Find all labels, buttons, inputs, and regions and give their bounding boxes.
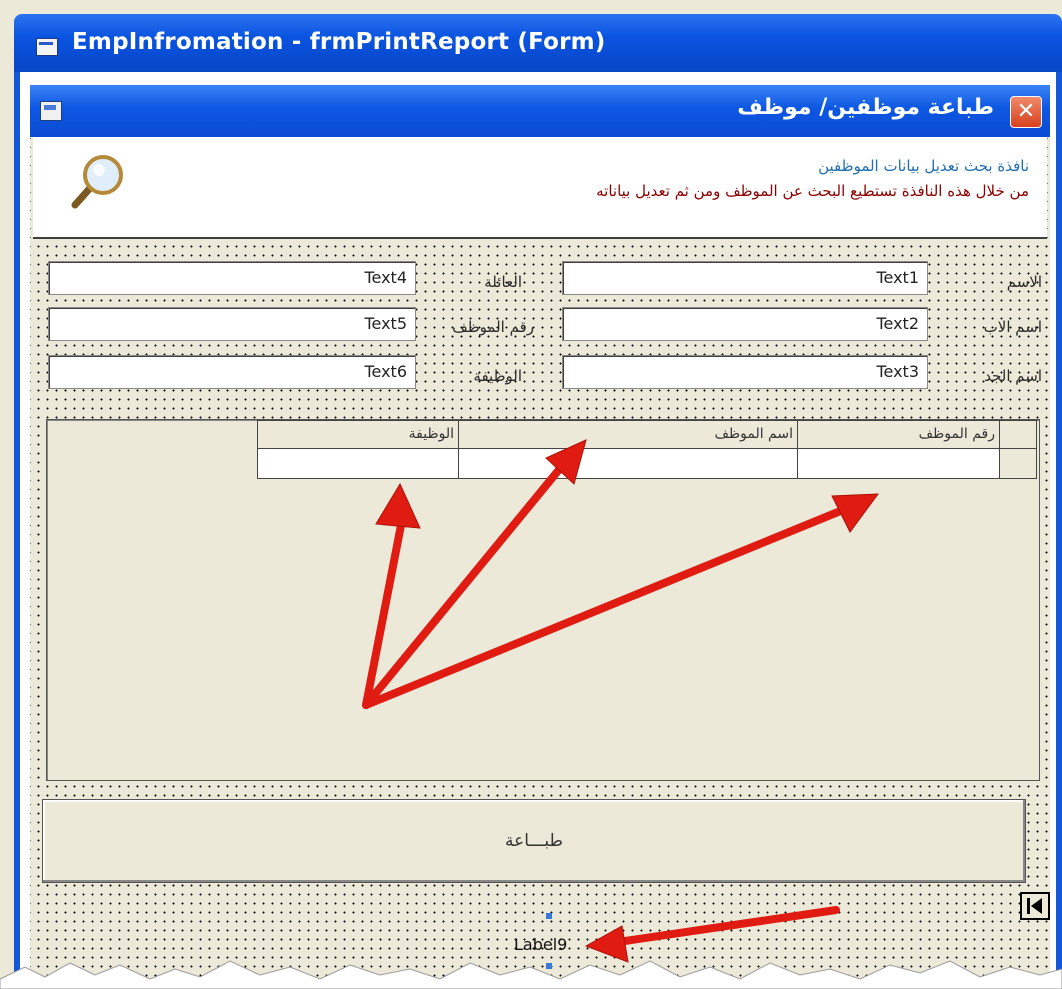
- father-name-field[interactable]: Text2: [562, 307, 928, 341]
- grid-cell-employee-name[interactable]: [458, 448, 798, 479]
- grid-cell-employee-number[interactable]: [797, 448, 1000, 479]
- family-label: العائلة: [484, 273, 522, 291]
- grid-corner-cell[interactable]: [999, 420, 1037, 449]
- father-name-label: اسم الاب: [983, 318, 1042, 336]
- header-panel: نافذة بحث تعديل بيانات الموظفين من خلال …: [33, 137, 1047, 239]
- grandfather-name-label: اسم الجد: [984, 367, 1042, 385]
- grid-header-job[interactable]: الوظيفة: [257, 420, 459, 449]
- form-titlebar[interactable]: طباعة موظفين/ موظف ✕: [30, 85, 1050, 137]
- employee-number-field[interactable]: Text5: [48, 307, 416, 341]
- window-frame-right: [1056, 72, 1062, 989]
- header-title: نافذة بحث تعديل بيانات الموظفين: [818, 157, 1029, 175]
- grid-cell-job[interactable]: [257, 448, 459, 479]
- job-label: الوظيفة: [473, 367, 522, 385]
- designer-window: EmpInfromation - frmPrintReport (Form) ط…: [0, 0, 1062, 989]
- designer-window-title: EmpInfromation - frmPrintReport (Form): [72, 29, 606, 55]
- form-title: طباعة موظفين/ موظف: [737, 95, 994, 120]
- job-field[interactable]: Text6: [48, 355, 416, 389]
- selection-handle-top[interactable]: [546, 913, 552, 919]
- form-designer-icon: [36, 38, 58, 56]
- torn-paper-edge: [0, 960, 1062, 989]
- grid-header-employee-name[interactable]: اسم الموظف: [458, 420, 798, 449]
- employees-grid[interactable]: رقم الموظف اسم الموظف الوظيفة: [46, 419, 1040, 781]
- form-icon: [40, 101, 62, 121]
- designer-titlebar[interactable]: EmpInfromation - frmPrintReport (Form): [14, 14, 1062, 72]
- name-label: الاسم: [1006, 273, 1042, 291]
- close-x-icon[interactable]: ✕: [1010, 96, 1042, 128]
- print-report-form[interactable]: طباعة موظفين/ موظف ✕ نافذة بحث تعديل بيا…: [30, 85, 1050, 989]
- family-field[interactable]: Text4: [48, 261, 416, 295]
- employee-number-label: رقم الموظف: [452, 318, 534, 336]
- grid-header-employee-number[interactable]: رقم الموظف: [797, 420, 1000, 449]
- first-record-icon[interactable]: [1020, 892, 1050, 920]
- magnifier-icon: [71, 155, 123, 209]
- name-field[interactable]: Text1: [562, 261, 928, 295]
- print-button[interactable]: طبـــاعة: [42, 799, 1026, 883]
- header-description: من خلال هذه النافذة تستطيع البحث عن المو…: [596, 182, 1029, 200]
- grid-row-selector[interactable]: [999, 448, 1037, 479]
- grandfather-name-field[interactable]: Text3: [562, 355, 928, 389]
